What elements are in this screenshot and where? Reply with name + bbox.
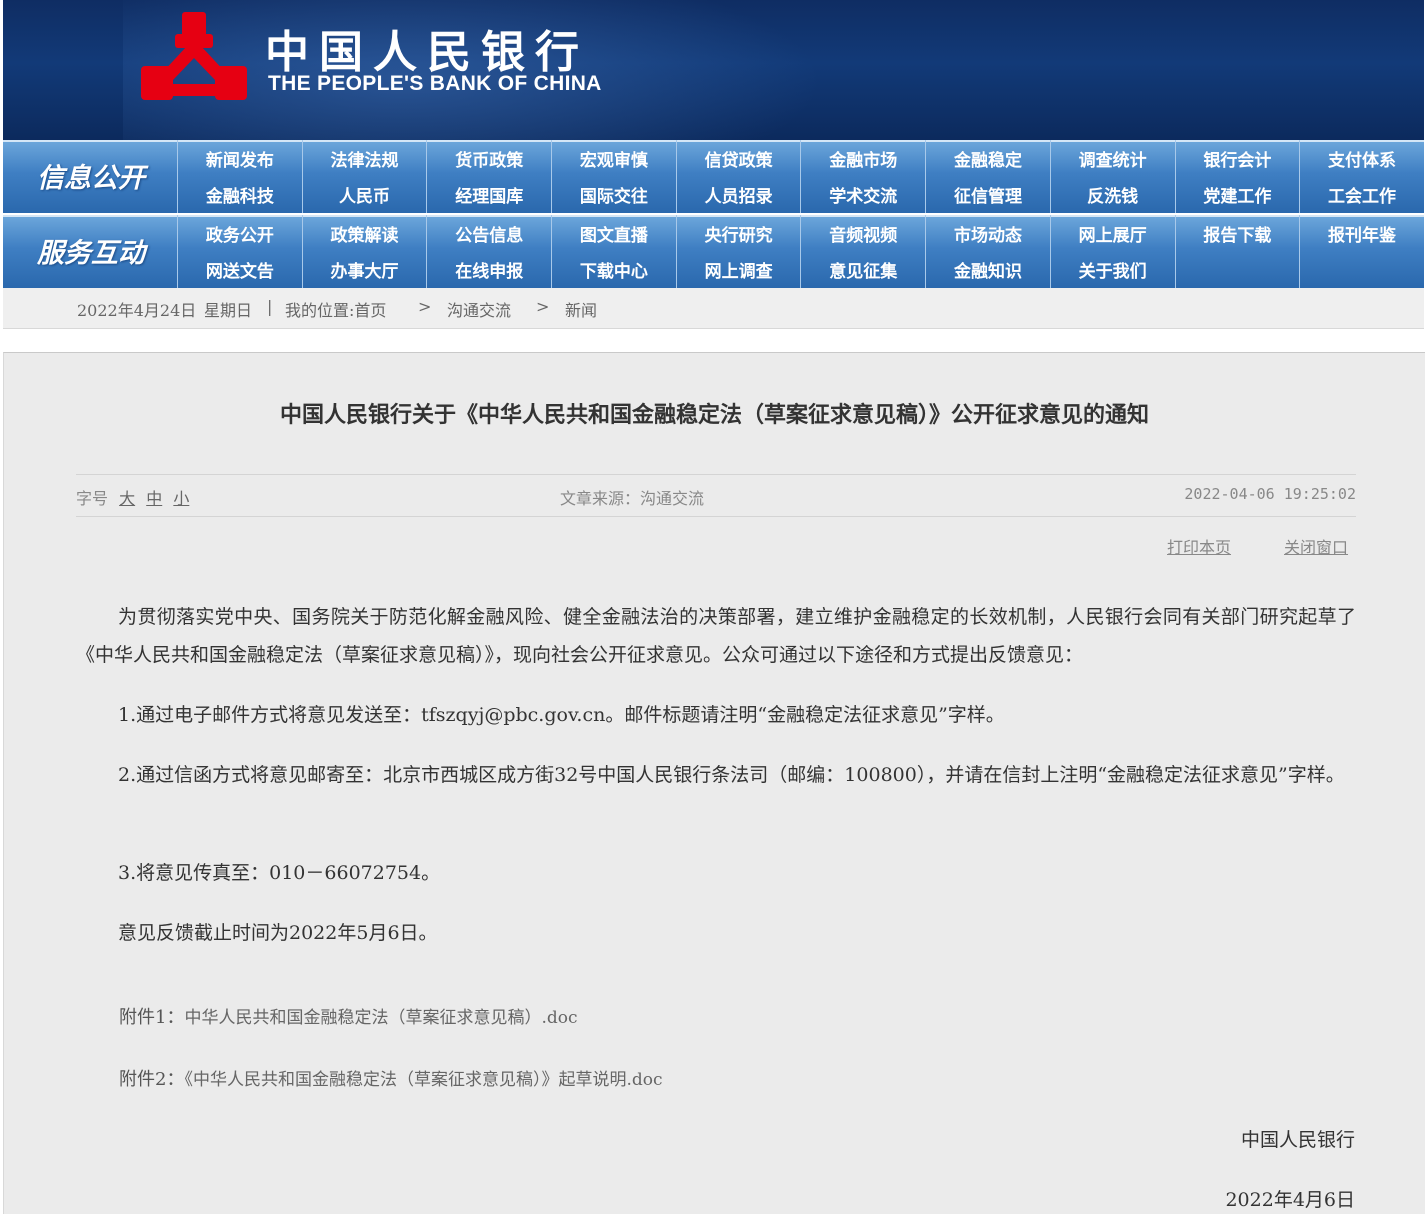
nav-info-item-r1-c10[interactable]: 支付体系 [1299, 140, 1424, 176]
feedback-deadline: 意见反馈截止时间为2022年5月6日。 [118, 922, 438, 944]
breadcrumb-communication[interactable]: 沟通交流 [447, 297, 511, 321]
nav-service-item-r2-c6[interactable]: 意见征集 [800, 251, 925, 288]
nav-info-item-r1-c6[interactable]: 金融市场 [800, 140, 925, 176]
nav-service-item-r2-c7[interactable]: 金融知识 [925, 251, 1050, 288]
attachment-1-label: 附件1： [119, 1007, 185, 1028]
nav-service-interaction: 服务互动 政务公开 政策解读 公告信息 图文直播 央行研究 音频视频 市场动态 网上展厅 报告下… [3, 215, 1424, 288]
font-size-label: 字号 [76, 489, 109, 508]
article-panel: 中国人民银行关于《中华人民共和国金融稳定法（草案征求意见稿）》公开征求意见的通知… [3, 352, 1425, 1214]
article-title: 中国人民银行关于《中华人民共和国金融稳定法（草案征求意见稿）》公开征求意见的通知 [279, 402, 1149, 428]
breadcrumb-arrow-icon: > [536, 297, 550, 316]
nav-info-item-r2-c6[interactable]: 学术交流 [800, 176, 925, 213]
nav-info-disclosure: 信息公开 新闻发布 法律法规 货币政策 宏观审慎 信贷政策 金融市场 金融稳定 调查统计 银行会… [3, 140, 1424, 213]
nav-service-item-r1-c3[interactable]: 公告信息 [426, 215, 551, 251]
attachment-2: 附件2：《中华人民共和国金融稳定法（草案征求意见稿）》起草说明.doc [119, 1065, 663, 1091]
nav-info-item-r2-c10[interactable]: 工会工作 [1299, 176, 1424, 213]
font-size-controls: 字号 大 中 小 [76, 485, 189, 509]
nav-service-item-r1-c5[interactable]: 央行研究 [675, 215, 801, 251]
nav-service-item-r1-c6[interactable]: 音频视频 [800, 215, 925, 251]
nav-info-item-r1-c5[interactable]: 信贷政策 [675, 140, 801, 176]
nav-info-item-r2-c1[interactable]: 金融科技 [177, 176, 302, 213]
site-logo-cn[interactable]: 中国人民银行 [265, 16, 589, 80]
nav-service-item-r1-c2[interactable]: 政策解读 [301, 215, 427, 251]
nav-service-item-r1-c8[interactable]: 网上展厅 [1049, 215, 1175, 251]
feedback-fax-item: 3.将意见传真至：010－66072754。 [118, 862, 441, 884]
nav-service-item-r2-c10 [1299, 251, 1424, 288]
font-size-large-link[interactable]: 大 [119, 489, 135, 508]
nav-info-item-r1-c8[interactable]: 调查统计 [1049, 140, 1175, 176]
pboc-emblem-icon[interactable] [135, 8, 253, 108]
nav-service-item-r2-c2[interactable]: 办事大厅 [301, 251, 427, 288]
attachment-1: 附件1：中华人民共和国金融稳定法（草案征求意见稿）.doc [119, 1003, 578, 1029]
nav-info-item-r1-c2[interactable]: 法律法规 [301, 140, 427, 176]
nav-info-item-r1-c9[interactable]: 银行会计 [1174, 140, 1300, 176]
nav-info-label: 信息公开 [37, 163, 145, 194]
nav-service-item-r2-c4[interactable]: 下载中心 [551, 251, 676, 288]
nav-info-item-r2-c4[interactable]: 国际交往 [551, 176, 676, 213]
nav-info-item-r2-c5[interactable]: 人员招录 [675, 176, 801, 213]
nav-service-item-r2-c5[interactable]: 网上调查 [675, 251, 801, 288]
article-paragraph: 为贯彻落实党中央、国务院关于防范化解金融风险、健全金融法治的决策部署，建立维护金… [76, 606, 1356, 666]
nav-service-item-r2-c1[interactable]: 网送文告 [177, 251, 302, 288]
breadcrumb-divider: | [267, 297, 273, 316]
font-size-small-link[interactable]: 小 [173, 489, 189, 508]
nav-info-item-r2-c2[interactable]: 人民币 [301, 176, 427, 213]
attachment-2-link[interactable]: 《中华人民共和国金融稳定法（草案征求意见稿）》起草说明.doc [184, 1070, 662, 1090]
nav-service-item-r1-c10[interactable]: 报刊年鉴 [1299, 215, 1424, 251]
nav-service-grid: 政务公开 政策解读 公告信息 图文直播 央行研究 音频视频 市场动态 网上展厅 报告下载 报刊年鉴… [177, 215, 1424, 288]
breadcrumb-news[interactable]: 新闻 [565, 297, 597, 321]
nav-info-grid: 新闻发布 法律法规 货币政策 宏观审慎 信贷政策 金融市场 金融稳定 调查统计 银行会计 支付体系… [177, 140, 1424, 213]
nav-service-item-r1-c4[interactable]: 图文直播 [551, 215, 676, 251]
article-datetime: 2022-04-06 19:25:02 [1184, 485, 1356, 503]
nav-info-item-r2-c3[interactable]: 经理国库 [426, 176, 551, 213]
nav-service-item-r1-c7[interactable]: 市场动态 [925, 215, 1050, 251]
nav-info-item-r1-c1[interactable]: 新闻发布 [177, 140, 302, 176]
nav-service-item-r1-c9[interactable]: 报告下载 [1174, 215, 1300, 251]
current-weekday: 星期日 [204, 301, 253, 320]
breadcrumb-home[interactable]: 我的位置:首页 [285, 297, 386, 321]
feedback-mail-item: 2.通过信函方式将意见邮寄至：北京市西城区成方街32号中国人民银行条法司（邮编：… [118, 764, 1345, 786]
close-window-link[interactable]: 关闭窗口 [1284, 534, 1348, 558]
article-meta: 字号 大 中 小 文章来源：沟通交流 2022-04-06 19:25:02 [76, 474, 1356, 517]
nav-service-item-r2-c8[interactable]: 关于我们 [1049, 251, 1175, 288]
nav-service-label: 服务互动 [37, 238, 145, 269]
page: 中国人民银行 THE PEOPLE'S BANK OF CHINA 信息公开 新… [3, 0, 1425, 1214]
nav-info-item-r1-c7[interactable]: 金融稳定 [925, 140, 1050, 176]
current-date: 2022年4月24日 [77, 301, 197, 320]
article-source: 文章来源：沟通交流 [560, 489, 705, 508]
breadcrumb: 2022年4月24日 星期日 | 我的位置:首页 > 沟通交流 > 新闻 [3, 288, 1424, 329]
nav-info-item-r2-c8[interactable]: 反洗钱 [1049, 176, 1175, 213]
site-header: 中国人民银行 THE PEOPLE'S BANK OF CHINA [3, 0, 1424, 140]
attachment-1-link[interactable]: 中华人民共和国金融稳定法（草案征求意见稿）.doc [184, 1008, 577, 1028]
print-page-link[interactable]: 打印本页 [1167, 534, 1231, 558]
attachment-2-label: 附件2： [119, 1069, 185, 1090]
nav-info-item-r2-c7[interactable]: 征信管理 [925, 176, 1050, 213]
signature-date: 2022年4月6日 [1225, 1189, 1355, 1211]
site-logo-en[interactable]: THE PEOPLE'S BANK OF CHINA [268, 72, 602, 96]
nav-service-item-r2-c3[interactable]: 在线申报 [426, 251, 551, 288]
nav-info-item-r1-c4[interactable]: 宏观审慎 [551, 140, 676, 176]
feedback-email-item: 1.通过电子邮件方式将意见发送至：tfszqyj@pbc.gov.cn。邮件标题… [118, 704, 1005, 726]
signature-org: 中国人民银行 [1240, 1129, 1355, 1151]
nav-service-item-r1-c1[interactable]: 政务公开 [177, 215, 302, 251]
breadcrumb-arrow-icon: > [418, 297, 432, 316]
nav-service-item-r2-c9 [1174, 251, 1300, 288]
nav-info-item-r2-c9[interactable]: 党建工作 [1174, 176, 1300, 213]
nav-info-item-r1-c3[interactable]: 货币政策 [426, 140, 551, 176]
font-size-medium-link[interactable]: 中 [146, 489, 162, 508]
